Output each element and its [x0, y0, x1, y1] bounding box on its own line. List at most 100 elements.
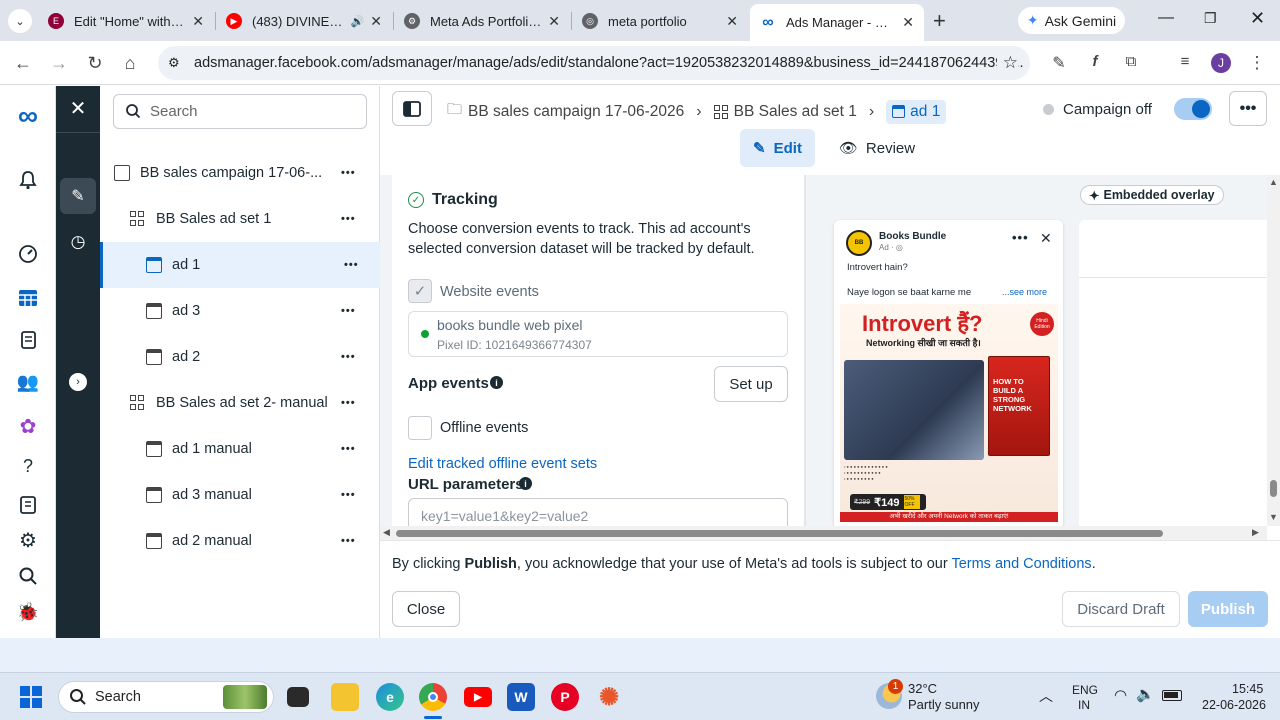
wifi-icon[interactable]: ◠ [1114, 686, 1127, 704]
discard-draft-button[interactable]: Discard Draft [1062, 591, 1180, 627]
scroll-right-arrow-icon[interactable]: ▶ [1252, 527, 1259, 538]
close-editor-icon[interactable]: ✕ [66, 96, 90, 120]
see-more-link[interactable]: ...see more [1002, 287, 1047, 297]
tree-item-ad[interactable]: ad 3 ••• [100, 288, 380, 334]
review-mode-button[interactable]: 👁 Review [832, 129, 922, 167]
post-close-icon[interactable]: ✕ [1040, 230, 1052, 247]
tab-close-icon[interactable]: ✕ [548, 13, 560, 30]
expand-chevron-icon[interactable]: › [69, 373, 87, 391]
embedded-overlay-badge[interactable]: ✦ Embedded overlay [1080, 185, 1224, 205]
tree-item-ad[interactable]: ad 1 manual ••• [100, 426, 380, 472]
website-events-checkbox[interactable]: ✓ [408, 279, 432, 303]
more-options-icon[interactable]: ••• [341, 351, 356, 363]
browser-tab[interactable]: ∞ Ads Manager - Man ✕ [750, 4, 924, 41]
notifications-bell-icon[interactable] [16, 168, 40, 192]
minimize-icon[interactable]: — [1158, 9, 1174, 27]
search-magnifier-icon[interactable] [16, 564, 40, 588]
reload-icon[interactable]: ↻ [84, 53, 106, 74]
post-more-icon[interactable]: ••• [1012, 230, 1029, 245]
profile-avatar[interactable]: J [1211, 53, 1231, 73]
show-hidden-icons-chevron-icon[interactable]: ︿ [1039, 686, 1053, 706]
tab-audio-icon[interactable]: 🔊 [351, 15, 365, 28]
more-options-button[interactable]: ••• [1229, 91, 1267, 126]
offline-events-checkbox[interactable] [408, 416, 432, 440]
settings-gear-icon[interactable]: ⚙ [16, 528, 40, 552]
chrome-browser-icon[interactable] [419, 683, 447, 711]
home-icon[interactable]: ⌂ [119, 53, 141, 74]
battery-icon[interactable] [1162, 690, 1182, 701]
publish-button[interactable]: Publish [1188, 591, 1268, 627]
weather-temp[interactable]: 32°C [908, 681, 937, 696]
browser-tab[interactable]: ▶ (483) DIVINE - M 🔊 ✕ [216, 6, 392, 36]
setup-button[interactable]: Set up [714, 366, 788, 402]
browser-tab[interactable]: ⚙ Meta Ads Portfolio C ✕ [394, 6, 570, 36]
tab-close-icon[interactable]: ✕ [726, 13, 738, 30]
url-parameters-info-icon[interactable]: i [519, 477, 532, 490]
edit-mode-button[interactable]: ✎ Edit [740, 129, 815, 167]
more-options-icon[interactable]: ••• [341, 489, 356, 501]
file-explorer-icon[interactable] [331, 683, 359, 711]
site-info-icon[interactable]: ⚙ [168, 55, 180, 71]
edit-pencil-icon[interactable]: ✎ [60, 178, 96, 214]
tab-close-icon[interactable]: ✕ [192, 13, 204, 30]
language-top[interactable]: ENG [1072, 683, 1098, 697]
edge-browser-icon[interactable]: e [376, 683, 404, 711]
more-options-icon[interactable]: ••• [341, 213, 356, 225]
campaign-toggle[interactable] [1174, 98, 1212, 120]
tree-item-ad[interactable]: ad 2 ••• [100, 334, 380, 380]
windows-start-icon[interactable] [20, 686, 42, 708]
reports-book-icon[interactable] [16, 493, 40, 517]
tree-item-ad[interactable]: ad 3 manual ••• [100, 472, 380, 518]
toggle-panel-button[interactable] [392, 91, 432, 126]
browser-menu-icon[interactable]: ⋮ [1246, 53, 1268, 73]
clock-date[interactable]: 22-06-2026 [1202, 698, 1266, 712]
bookmark-star-icon[interactable]: ☆ [996, 53, 1018, 73]
dashboard-gauge-icon[interactable] [16, 242, 40, 266]
app-events-info-icon[interactable]: i [490, 376, 503, 389]
more-options-icon[interactable]: ••• [344, 259, 359, 271]
media-controls-icon[interactable]: ≡ [1174, 53, 1196, 70]
volume-icon[interactable]: 🔈 [1136, 685, 1155, 703]
more-options-icon[interactable]: ••• [341, 535, 356, 547]
browser-tab[interactable]: ◎ meta portfolio ✕ [572, 6, 748, 36]
breadcrumb-ad[interactable]: ad 1 [886, 99, 947, 124]
taskbar-search[interactable]: Search [58, 681, 274, 713]
weather-desc[interactable]: Partly sunny [908, 697, 980, 712]
tab-close-icon[interactable]: ✕ [370, 13, 382, 30]
tree-item-ad[interactable]: ad 1 ••• [100, 242, 380, 288]
clock-time[interactable]: 15:45 [1232, 682, 1263, 696]
tree-item-campaign[interactable]: BB sales campaign 17-06-... ••• [100, 150, 380, 196]
tree-search-input[interactable]: Search [113, 94, 367, 129]
audiences-people-icon[interactable]: 👥 [16, 370, 40, 394]
more-options-icon[interactable]: ••• [341, 305, 356, 317]
task-view-icon[interactable] [287, 687, 309, 707]
meta-apps-flower-icon[interactable]: ✿ [16, 414, 40, 438]
tab-close-icon[interactable]: ✕ [902, 14, 914, 31]
more-options-icon[interactable]: ••• [341, 167, 356, 179]
vertical-scroll-thumb[interactable] [1270, 480, 1277, 497]
forward-arrow-icon[interactable]: → [48, 53, 70, 74]
youtube-app-icon[interactable]: ▶ [464, 687, 492, 707]
breadcrumb-adset[interactable]: BB Sales ad set 1 [713, 103, 857, 121]
ads-manager-table-icon[interactable] [16, 286, 40, 310]
sparkle-app-icon[interactable]: ✺ [595, 683, 623, 711]
bug-report-icon[interactable]: 🐞 [16, 600, 40, 624]
browser-tab[interactable]: E Edit "Home" with Ele ✕ [38, 6, 214, 36]
restore-icon[interactable]: ❐ [1204, 10, 1217, 27]
address-bar[interactable]: ⚙ adsmanager.facebook.com/adsmanager/man… [158, 46, 1030, 80]
ask-gemini-button[interactable]: ✦ Ask Gemini [1018, 7, 1125, 34]
extensions-puzzle-icon[interactable]: ⧉ [1120, 53, 1142, 70]
scroll-left-arrow-icon[interactable]: ◀ [383, 527, 390, 538]
back-arrow-icon[interactable]: ← [12, 53, 34, 74]
figma-extension-icon[interactable]: f [1084, 53, 1106, 70]
pen-extension-icon[interactable]: ✎ [1048, 53, 1070, 73]
horizontal-scrollbar[interactable]: ◀ ▶ [380, 526, 1267, 540]
help-question-icon[interactable]: ? [16, 454, 40, 478]
new-tab-button[interactable]: + [933, 8, 946, 34]
scroll-down-arrow-icon[interactable]: ▼ [1269, 512, 1278, 522]
preview-vertical-scrollbar[interactable]: ▲ ▼ [1267, 175, 1280, 526]
meta-logo-icon[interactable]: ∞ [12, 100, 44, 131]
url-parameters-input[interactable]: key1=value1&key2=value2 [408, 498, 788, 526]
tree-item-ad[interactable]: ad 2 manual ••• [100, 518, 380, 564]
terms-link[interactable]: Terms and Conditions [951, 556, 1091, 572]
